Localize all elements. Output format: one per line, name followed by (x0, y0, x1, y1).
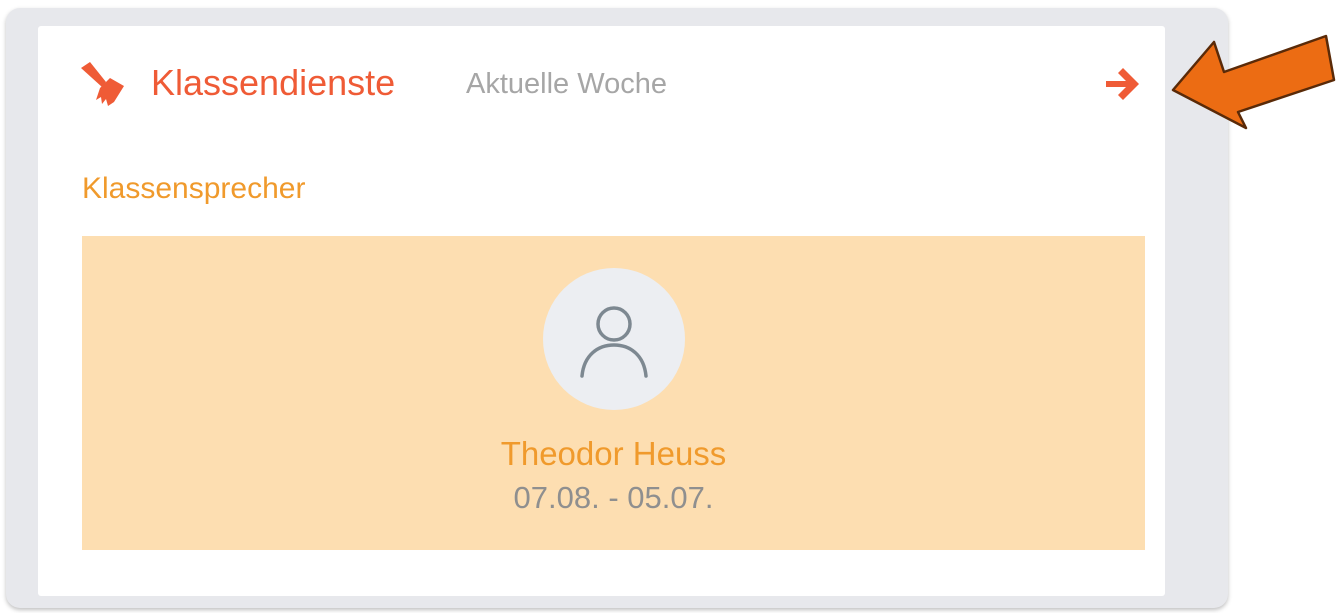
duty-role-heading: Klassensprecher (82, 172, 306, 205)
card-title: Klassendienste (151, 62, 396, 103)
duty-date-range: 07.08. - 05.07. (513, 480, 714, 515)
avatar (543, 268, 685, 410)
card-subtitle: Aktuelle Woche (466, 68, 667, 100)
user-icon (580, 306, 648, 378)
broom-icon (81, 62, 124, 106)
person-name: Theodor Heuss (500, 435, 727, 472)
callout-arrow-icon (1171, 34, 1336, 130)
arrow-right-icon[interactable] (1098, 60, 1146, 108)
